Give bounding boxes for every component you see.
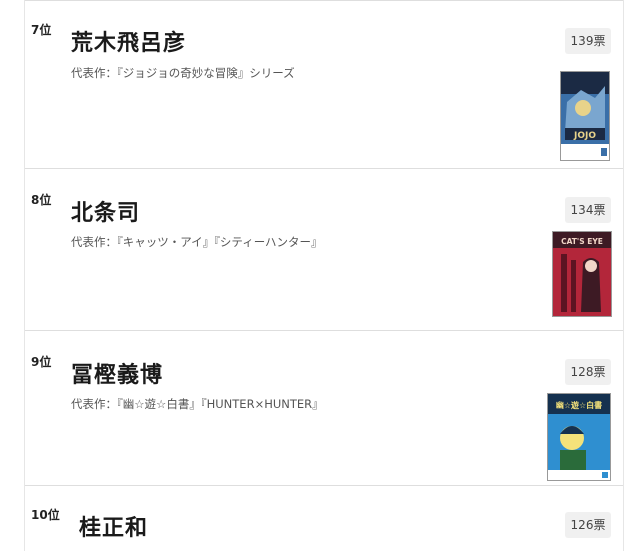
book-cover-image[interactable]: JOJO bbox=[560, 71, 610, 161]
rank-label: 9位 bbox=[31, 355, 52, 369]
cover-title: JOJO bbox=[573, 131, 596, 141]
cover-art: CAT'S EYE bbox=[553, 232, 611, 316]
ranking-entry[interactable]: 7位 荒木飛呂彦 代表作：『ジョジョの奇妙な冒険』シリーズ 139票 JOJO bbox=[25, 0, 623, 169]
vote-count-badge: 139票 bbox=[565, 28, 611, 54]
representative-works: 代表作：『ジョジョの奇妙な冒険』シリーズ bbox=[71, 66, 295, 80]
cover-title: 幽☆遊☆白書 bbox=[556, 400, 602, 410]
ranking-entry[interactable]: 10位 桂正和 126票 bbox=[25, 485, 623, 552]
rank-label: 10位 bbox=[31, 508, 60, 522]
representative-works: 代表作：『キャッツ・アイ』『シティーハンター』 bbox=[71, 235, 323, 249]
vote-count-badge: 126票 bbox=[565, 512, 611, 538]
author-name[interactable]: 冨樫義博 bbox=[71, 357, 163, 389]
ranking-list: 7位 荒木飛呂彦 代表作：『ジョジョの奇妙な冒険』シリーズ 139票 JOJO … bbox=[24, 0, 624, 551]
vote-count-badge: 128票 bbox=[565, 359, 611, 385]
representative-works: 代表作：『幽☆遊☆白書』『HUNTER×HUNTER』 bbox=[71, 397, 324, 411]
author-name[interactable]: 桂正和 bbox=[79, 510, 148, 542]
cover-title: CAT'S EYE bbox=[561, 237, 603, 246]
book-cover-image[interactable]: 幽☆遊☆白書 bbox=[547, 393, 611, 481]
cover-art: JOJO bbox=[561, 72, 609, 160]
rank-label: 7位 bbox=[31, 23, 52, 37]
author-name[interactable]: 荒木飛呂彦 bbox=[71, 25, 186, 57]
author-name[interactable]: 北条司 bbox=[71, 195, 140, 227]
vote-count-badge: 134票 bbox=[565, 197, 611, 223]
book-cover-image[interactable]: CAT'S EYE bbox=[552, 231, 612, 317]
ranking-entry[interactable]: 9位 冨樫義博 代表作：『幽☆遊☆白書』『HUNTER×HUNTER』 128票… bbox=[25, 330, 623, 486]
rank-label: 8位 bbox=[31, 193, 52, 207]
cover-art: 幽☆遊☆白書 bbox=[548, 394, 610, 480]
ranking-entry[interactable]: 8位 北条司 代表作：『キャッツ・アイ』『シティーハンター』 134票 CAT'… bbox=[25, 168, 623, 331]
